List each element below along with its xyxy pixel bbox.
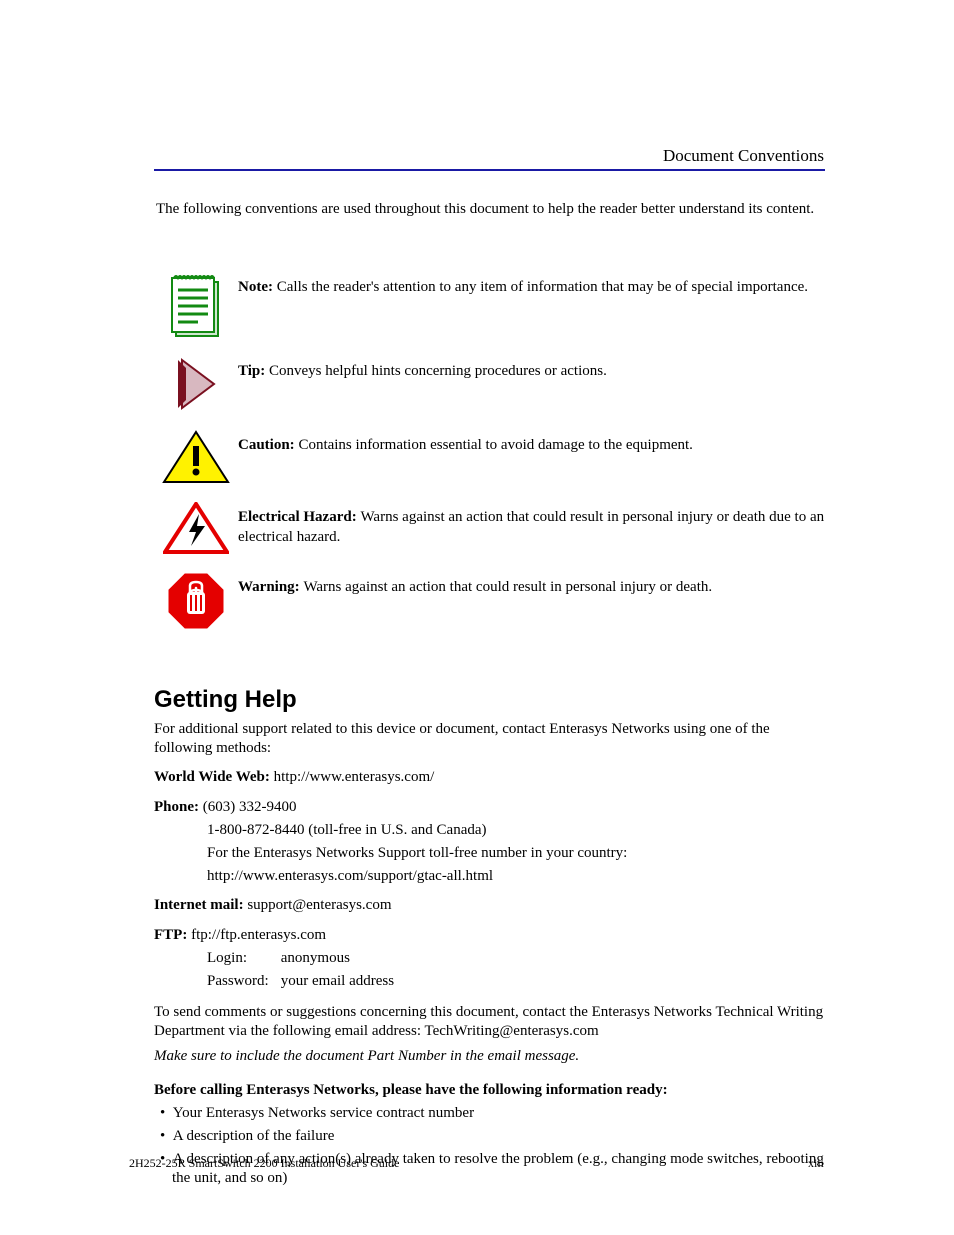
support-intro: For additional support related to this d… (154, 720, 824, 758)
header-running-title: Document Conventions (663, 146, 824, 166)
convention-row-warning: Warning: Warns against an action that co… (154, 572, 826, 630)
login-label: Login: (207, 949, 277, 968)
warning-text: Warning: Warns against an action that co… (238, 572, 826, 598)
phone-note-url: http://www.enterasys.com/support/gtac-al… (207, 867, 824, 886)
convention-row-caution: Caution: Contains information essential … (154, 430, 826, 484)
getting-help-heading: Getting Help (154, 686, 297, 714)
getting-help-body: For additional support related to this d… (154, 720, 824, 1193)
note-icon (154, 272, 238, 338)
note-label: Note: (238, 279, 277, 295)
convention-row-note: Note: Calls the reader's attention to an… (154, 272, 826, 338)
hazard-icon (154, 502, 238, 554)
warning-icon (154, 572, 238, 630)
www-value: http://www.enterasys.com/ (274, 769, 435, 785)
caution-desc: Contains information essential to avoid … (298, 437, 693, 453)
bc-item-0: Your Enterasys Networks service contract… (173, 1105, 474, 1121)
pwd-value: your email address (281, 973, 394, 989)
caution-icon (154, 430, 238, 484)
login-value: anonymous (281, 950, 350, 966)
rma-line: To send comments or suggestions concerni… (154, 1003, 824, 1041)
tip-label: Tip: (238, 363, 269, 379)
warning-label: Warning: (238, 579, 303, 595)
convention-row-hazard: Electrical Hazard: Warns against an acti… (154, 502, 826, 554)
ip-label: Internet mail: (154, 897, 244, 913)
warning-desc: Warns against an action that could resul… (303, 579, 712, 595)
tip-desc: Conveys helpful hints concerning procedu… (269, 363, 607, 379)
www-label: World Wide Web: (154, 769, 270, 785)
page: Document Conventions The following conve… (0, 0, 954, 1235)
phone-note: For the Enterasys Networks Support toll-… (207, 844, 824, 863)
footer-page-number: xiii (808, 1156, 824, 1171)
header-divider (154, 169, 825, 171)
caution-label: Caution: (238, 437, 298, 453)
note-text: Note: Calls the reader's attention to an… (238, 272, 826, 298)
ip-value: support@enterasys.com (247, 897, 391, 913)
caution-text: Caution: Contains information essential … (238, 430, 826, 456)
ftp-label: FTP: (154, 927, 187, 943)
before-calling-intro: Before calling Enterasys Networks, pleas… (154, 1082, 668, 1098)
hazard-text: Electrical Hazard: Warns against an acti… (238, 502, 826, 547)
hazard-label: Electrical Hazard: (238, 509, 360, 525)
conventions-list: Note: Calls the reader's attention to an… (154, 272, 826, 648)
ftp-value: ftp://ftp.enterasys.com (191, 927, 326, 943)
phone-value1: (603) 332-9400 (203, 799, 297, 815)
rma-note: Make sure to include the document Part N… (154, 1047, 824, 1066)
bc-item-1: A description of the failure (173, 1128, 335, 1144)
convention-row-tip: Tip: Conveys helpful hints concerning pr… (154, 356, 826, 412)
pwd-label: Password: (207, 972, 277, 991)
tip-text: Tip: Conveys helpful hints concerning pr… (238, 356, 826, 382)
footer-left: 2H252-25R SmartSwitch 2200 Installation … (129, 1156, 399, 1171)
phone-value2: 1-800-872-8440 (toll-free in U.S. and Ca… (207, 821, 824, 840)
intro-paragraph: The following conventions are used throu… (156, 200, 824, 219)
tip-icon (154, 356, 238, 412)
phone-label: Phone: (154, 799, 199, 815)
note-desc: Calls the reader's attention to any item… (277, 279, 808, 295)
